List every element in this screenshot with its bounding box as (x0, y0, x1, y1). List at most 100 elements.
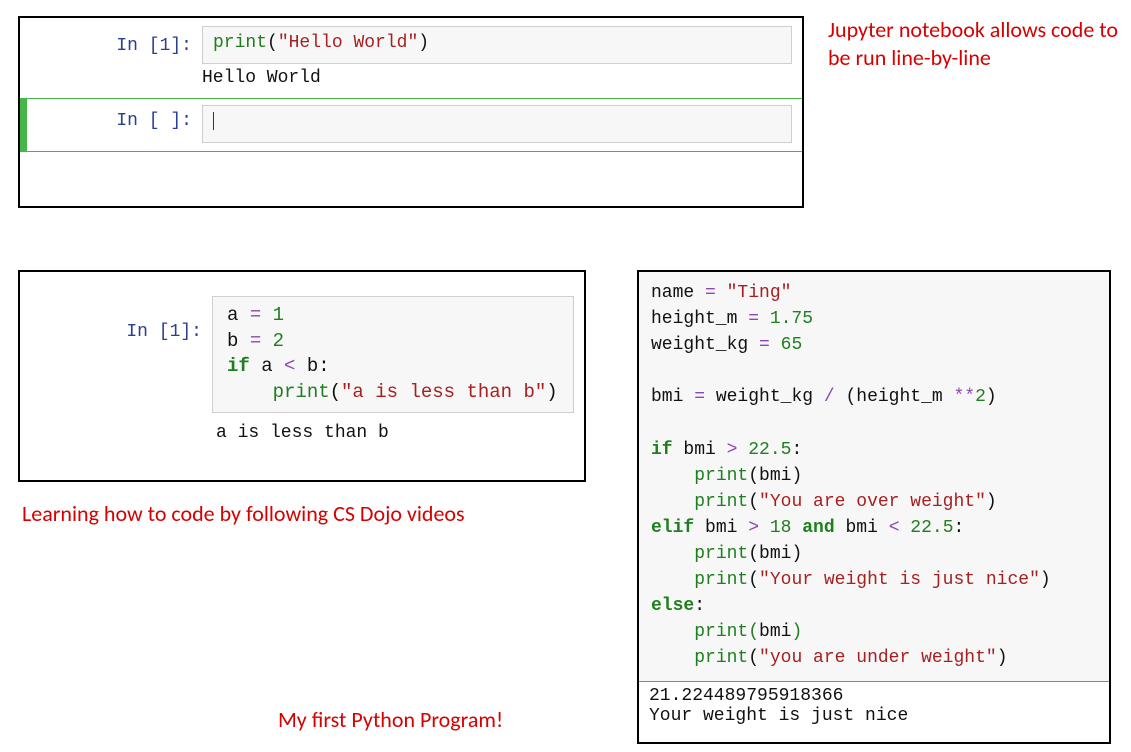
code-input-area[interactable]: a = 1 b = 2 if a < b: print("a is less t… (212, 296, 574, 413)
code-token-string: "Your weight is just nice" (759, 570, 1040, 590)
code-token-kw: if (651, 440, 683, 460)
cell-prompt: In [ ]: (30, 105, 202, 131)
code-token: bmi (759, 544, 791, 564)
code-token: 1.75 (770, 309, 813, 329)
code-token-paren: ) (418, 33, 429, 53)
code-token: ( (748, 466, 759, 486)
code-token: ( (748, 648, 759, 668)
code-indent (651, 622, 694, 642)
code-token-fn: print (694, 544, 748, 564)
code-token-kw: if (227, 355, 261, 377)
code-token: ) (791, 466, 802, 486)
code-indent (227, 381, 273, 403)
code-token: = (250, 304, 273, 326)
code-token: 2 (975, 387, 986, 407)
annotation-mid-left: Learning how to code by following CS Doj… (22, 500, 582, 528)
code-token: / (824, 387, 846, 407)
jupyter-panel-hello: In [1]: print("Hello World") Hello World… (18, 16, 804, 208)
code-token-string: "you are under weight" (759, 648, 997, 668)
code-token: name (651, 283, 705, 303)
cell-output: Hello World (192, 64, 792, 98)
code-token: bmi (683, 440, 726, 460)
code-token: weight_kg (716, 387, 824, 407)
code-indent (651, 466, 694, 486)
code-token: ) (986, 387, 997, 407)
cell-prompt: In [1]: (30, 296, 212, 342)
code-token: bmi (845, 518, 888, 538)
code-token-kw: elif (651, 518, 705, 538)
code-token-paren: ( (267, 33, 278, 53)
code-token: ) (986, 492, 997, 512)
code-token: ) (997, 648, 1008, 668)
code-token: = (759, 335, 781, 355)
code-indent (651, 544, 694, 564)
code-token-fn: print (694, 622, 748, 642)
jupyter-cell-1: In [1]: print("Hello World") Hello World (20, 18, 802, 98)
code-token: bmi (651, 387, 694, 407)
code-token: = (705, 283, 727, 303)
code-token: ( (748, 544, 759, 564)
code-token-fn: print (694, 466, 748, 486)
code-token-string: "Hello World" (278, 33, 418, 53)
code-token: 1 (273, 304, 284, 326)
code-token: = (694, 387, 716, 407)
code-token: bmi (705, 518, 748, 538)
annotation-top-right: Jupyter notebook allows code to be run l… (828, 16, 1118, 71)
jupyter-cell: In [1]: a = 1 b = 2 if a < b: print("a i… (20, 280, 584, 443)
code-token: ) (791, 544, 802, 564)
code-token: ( (748, 492, 759, 512)
code-token: b (227, 330, 250, 352)
cell-prompt: In [1]: (30, 26, 202, 56)
code-token-fn: print (694, 570, 748, 590)
code-token-string: "a is less than b" (341, 381, 546, 403)
code-token: ** (954, 387, 976, 407)
code-token: > (748, 518, 770, 538)
code-token: ) (791, 622, 802, 642)
code-token: a (227, 304, 250, 326)
code-token-string: "Ting" (727, 283, 792, 303)
code-token: = (748, 309, 770, 329)
code-token-fn: print (213, 33, 267, 53)
code-token: < (889, 518, 911, 538)
code-token: bmi (759, 622, 791, 642)
code-token: : (954, 518, 965, 538)
code-output: 21.224489795918366 Your weight is just n… (639, 682, 1109, 736)
annotation-bottom-center: My first Python Program! (278, 706, 503, 734)
code-token-kw: else (651, 596, 694, 616)
code-indent (651, 648, 694, 668)
code-token: b: (307, 355, 330, 377)
code-input-area[interactable] (202, 105, 792, 143)
text-cursor-icon (213, 112, 214, 130)
code-token: ) (546, 381, 557, 403)
code-block[interactable]: name = "Ting" height_m = 1.75 weight_kg … (639, 272, 1109, 682)
code-input-area[interactable]: print("Hello World") (202, 26, 792, 64)
code-token: height_m (651, 309, 748, 329)
code-token: ( (330, 381, 341, 403)
code-token: bmi (759, 466, 791, 486)
jupyter-panel-if-else: In [1]: a = 1 b = 2 if a < b: print("a i… (18, 270, 586, 482)
code-token: ( (748, 622, 759, 642)
code-token: 22.5 (910, 518, 953, 538)
python-panel-bmi: name = "Ting" height_m = 1.75 weight_kg … (637, 270, 1111, 744)
code-token: ( (748, 570, 759, 590)
code-token: ) (1040, 570, 1051, 590)
code-token: 22.5 (748, 440, 791, 460)
code-token: weight_kg (651, 335, 759, 355)
code-token: 18 (770, 518, 802, 538)
code-token: 65 (781, 335, 803, 355)
code-token-fn: print (694, 648, 748, 668)
code-indent (651, 570, 694, 590)
code-token: < (284, 355, 307, 377)
code-token: : (694, 596, 705, 616)
code-token: (height_m (845, 387, 953, 407)
cell-output: a is less than b (202, 413, 574, 443)
code-token-fn: print (694, 492, 748, 512)
code-token: a (261, 355, 284, 377)
code-token-string: "You are over weight" (759, 492, 986, 512)
code-token: = (250, 330, 273, 352)
code-token-fn: print (273, 381, 330, 403)
jupyter-cell-2-selected[interactable]: In [ ]: (20, 98, 802, 152)
code-token: 2 (273, 330, 284, 352)
code-indent (651, 492, 694, 512)
code-token-kw: and (802, 518, 845, 538)
